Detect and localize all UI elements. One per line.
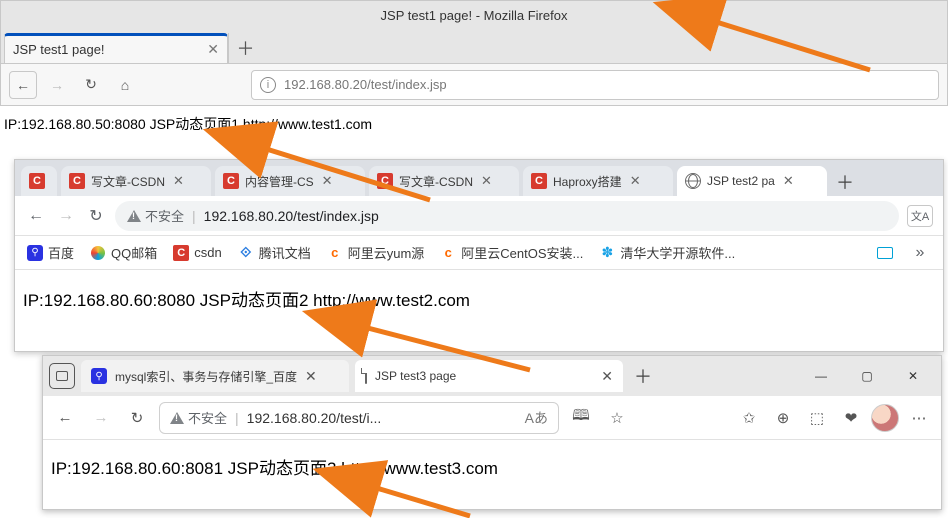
annotation-arrow (0, 0, 948, 518)
